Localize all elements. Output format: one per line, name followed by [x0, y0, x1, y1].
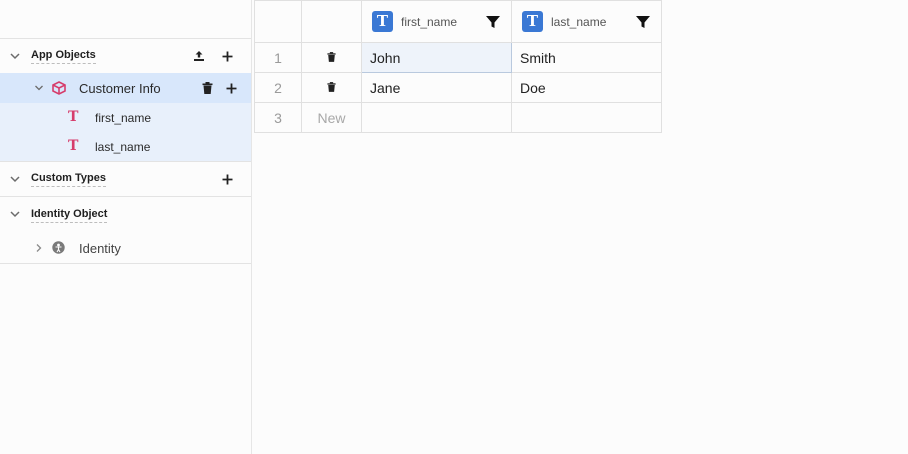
cell-last-name[interactable] — [511, 102, 662, 133]
section-identity-object: Identity Object Identity — [0, 197, 251, 264]
tree-item-customer-info[interactable]: Customer Info — [0, 73, 251, 103]
delete-row-cell — [301, 42, 362, 73]
cell-last-name[interactable]: Smith — [511, 42, 662, 73]
section-header-app-objects[interactable]: App Objects — [0, 39, 251, 73]
section-header-identity-object[interactable]: Identity Object — [0, 197, 251, 233]
object-cube-icon — [52, 81, 66, 95]
upload-icon — [194, 51, 204, 61]
filter-icon[interactable] — [485, 14, 501, 30]
section-title: Custom Types — [31, 172, 106, 187]
upload-button[interactable] — [191, 48, 207, 64]
tree-item-field[interactable]: T first_name — [0, 103, 251, 132]
trash-icon[interactable] — [327, 79, 336, 97]
data-grid: T first_name T last_name 1 John Smith 2 … — [254, 0, 662, 133]
tree-item-field[interactable]: T last_name — [0, 132, 251, 161]
table-row: 2 Jane Doe — [254, 72, 662, 103]
column-name: last_name — [551, 14, 607, 29]
header-rownum-cell — [254, 0, 302, 43]
row-number: 2 — [254, 72, 302, 103]
filter-icon[interactable] — [635, 14, 651, 30]
row-number: 3 — [254, 102, 302, 133]
identity-label: Identity — [79, 240, 121, 256]
data-table: T first_name T last_name 1 John Smith 2 … — [254, 0, 662, 133]
plus-icon — [222, 174, 232, 184]
chevron-down-icon[interactable] — [9, 50, 21, 62]
trash-icon — [202, 82, 213, 94]
tree-item-identity[interactable]: Identity — [0, 233, 251, 263]
trash-icon[interactable] — [327, 49, 336, 67]
add-object-button[interactable] — [219, 48, 235, 64]
section-app-objects: App Objects Customer Info T first_name T… — [0, 39, 251, 162]
app-root: App Objects Customer Info T first_name T… — [0, 0, 908, 454]
text-type-icon: T — [68, 138, 79, 154]
chevron-down-icon[interactable] — [9, 173, 21, 185]
field-label: first_name — [95, 110, 152, 125]
delete-object-button[interactable] — [202, 81, 213, 99]
section-title: App Objects — [31, 49, 96, 64]
new-row[interactable]: 3 New — [254, 102, 662, 133]
add-custom-type-button[interactable] — [219, 171, 235, 187]
new-row-label[interactable]: New — [301, 102, 362, 133]
plus-icon — [226, 83, 237, 94]
chevron-down-icon[interactable] — [34, 83, 44, 93]
identity-person-icon — [52, 241, 65, 254]
sidebar-header — [0, 0, 251, 39]
text-type-icon: T — [522, 10, 543, 32]
text-type-icon: T — [68, 109, 79, 125]
cell-first-name[interactable] — [361, 102, 512, 133]
add-field-button[interactable] — [226, 81, 237, 99]
cell-last-name[interactable]: Doe — [511, 72, 662, 103]
column-name: first_name — [401, 14, 458, 29]
table-row: 1 John Smith — [254, 42, 662, 73]
section-custom-types: Custom Types — [0, 162, 251, 197]
cell-first-name[interactable]: Jane — [361, 72, 512, 103]
column-header-last-name[interactable]: T last_name — [511, 0, 662, 43]
row-number: 1 — [254, 42, 302, 73]
object-label: Customer Info — [79, 80, 161, 96]
header-row: T first_name T last_name — [254, 0, 662, 43]
sidebar: App Objects Customer Info T first_name T… — [0, 0, 252, 454]
field-label: last_name — [95, 139, 151, 154]
text-type-icon: T — [372, 10, 393, 32]
chevron-down-icon[interactable] — [9, 208, 21, 220]
delete-row-cell — [301, 72, 362, 103]
column-header-first-name[interactable]: T first_name — [361, 0, 512, 43]
cell-first-name[interactable]: John — [361, 42, 512, 73]
section-header-custom-types[interactable]: Custom Types — [0, 162, 251, 196]
header-actions-cell — [301, 0, 362, 43]
chevron-right-icon[interactable] — [34, 243, 44, 253]
plus-icon — [222, 51, 232, 61]
section-title: Identity Object — [31, 208, 108, 223]
